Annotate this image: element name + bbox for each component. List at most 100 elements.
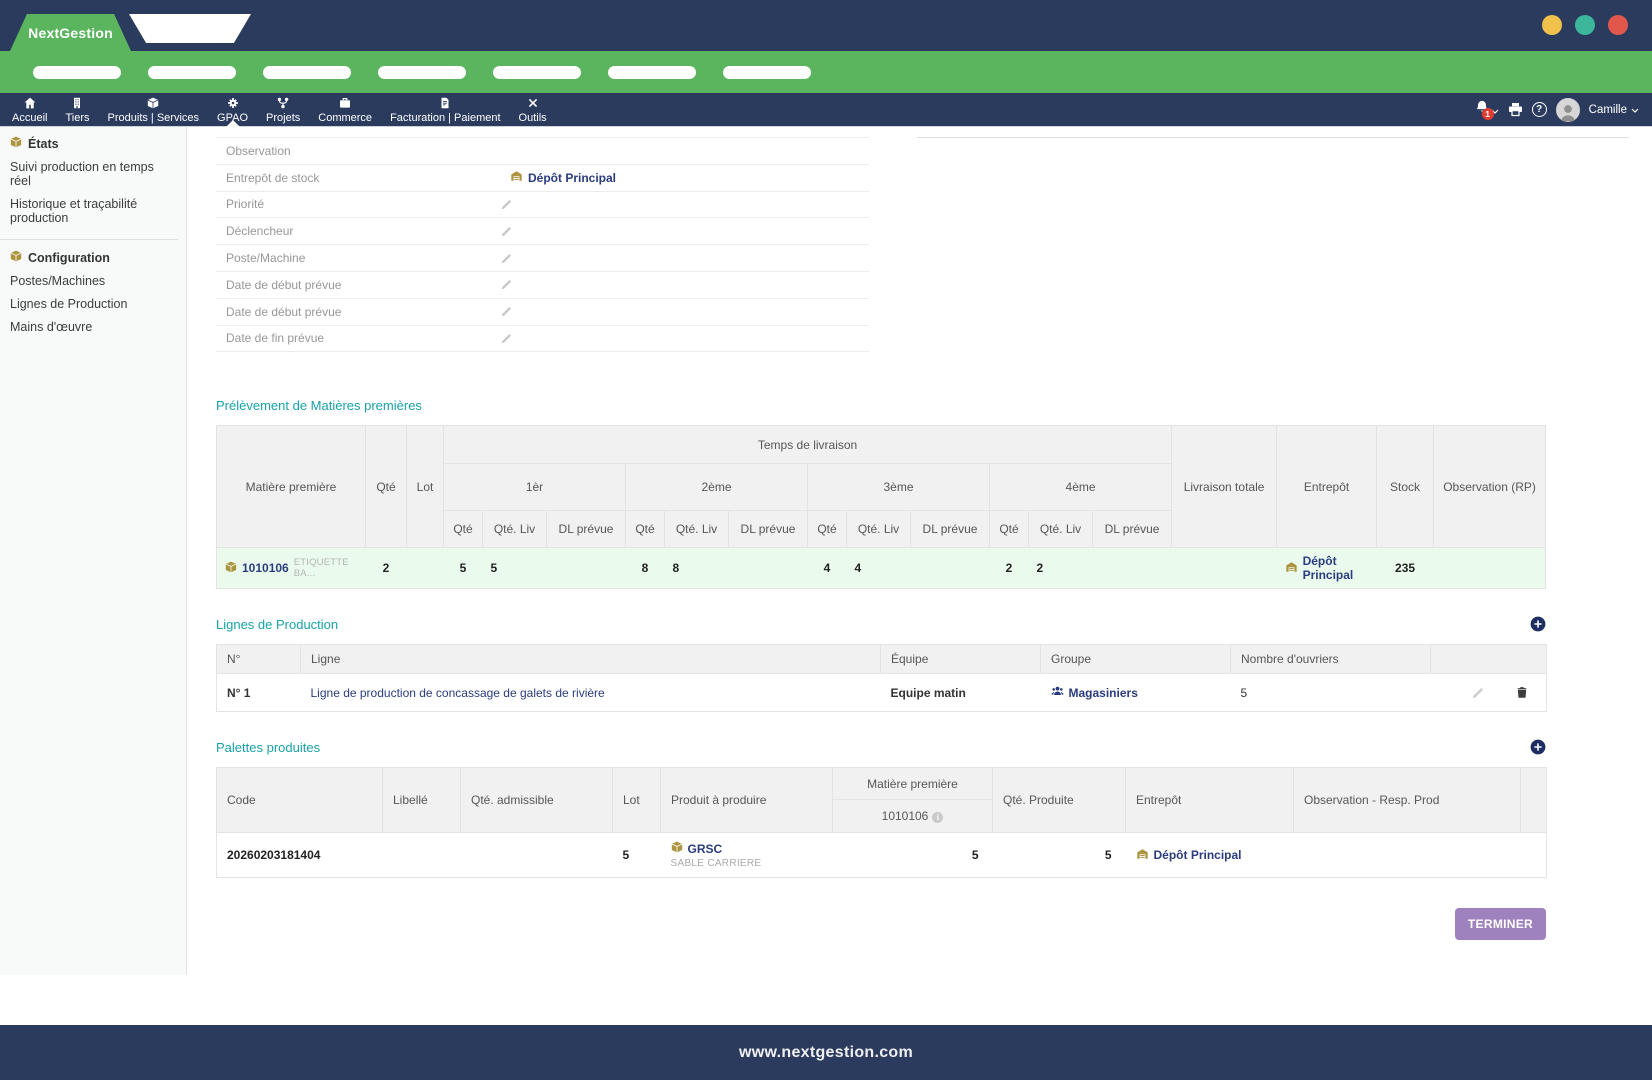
sidebar-divider [0, 239, 178, 240]
material-qte: 2 [366, 548, 407, 589]
delivery-2-qte: 8 [626, 548, 665, 589]
sidebar-item-historique-tracabilite[interactable]: Historique et traçabilité production [0, 193, 186, 230]
materials-section-header: Prélèvement de Matières premières [216, 398, 1546, 413]
delivery-4-qte-liv: 2 [1029, 548, 1093, 589]
col-header-entrepot: Entrepôt [1126, 768, 1294, 833]
subcol-dl-prevue: DL prévue [1093, 511, 1172, 548]
material-code-link[interactable]: 1010106 [242, 561, 289, 575]
edit-pencil-icon[interactable] [501, 253, 512, 264]
palette-observation [1294, 833, 1521, 878]
avatar[interactable] [1556, 98, 1580, 122]
user-name-label: Camille [1589, 104, 1627, 116]
subcol-qte: Qté [626, 511, 665, 548]
delivery-4-dl-prevue [1093, 548, 1172, 589]
window-close-dot[interactable] [1608, 15, 1628, 35]
detail-row-entrepot-stock: Entrepôt de stock Dépôt Principal [216, 165, 869, 192]
field-label: Observation [216, 144, 491, 158]
detail-row-date-debut-prevue-2: Date de début prévue [216, 299, 869, 326]
field-label: Entrepôt de stock [216, 171, 491, 185]
window-controls [1542, 15, 1628, 35]
menu-pill[interactable] [263, 66, 351, 79]
edit-pencil-icon[interactable] [501, 279, 512, 290]
edit-pencil-icon[interactable] [501, 306, 512, 317]
trash-icon[interactable] [1516, 686, 1528, 699]
col-group-3eme: 3ème [808, 464, 990, 511]
main-content: Observation Entrepôt de stock Dépôt Prin… [187, 127, 1652, 1025]
add-palette-button[interactable] [1530, 739, 1546, 755]
help-icon[interactable] [1532, 102, 1547, 117]
sidebar-item-lignes-production[interactable]: Lignes de Production [0, 293, 186, 316]
menu-pill[interactable] [148, 66, 236, 79]
window-tab-blank[interactable] [129, 14, 251, 43]
delivery-3-qte-liv: 4 [847, 548, 911, 589]
subcol-matiere-code: 1010106 [833, 800, 993, 833]
palettes-section-header: Palettes produites [216, 739, 1546, 755]
building-icon [71, 97, 83, 109]
nav-item-tiers[interactable]: Tiers [56, 93, 98, 126]
delivery-2-dl-prevue [729, 548, 808, 589]
palette-code: 20260203181404 [217, 833, 383, 878]
lines-table-row: N° 1 Ligne de production de concassage d… [217, 674, 1547, 712]
cube-gold-icon [10, 250, 22, 265]
edit-pencil-icon[interactable] [501, 333, 512, 344]
palette-produit-link[interactable]: GRSC [671, 841, 833, 856]
main-navbar: Accueil Tiers Produits | Services GPAO P… [0, 93, 1652, 127]
brand-logo-tab[interactable]: NextGestion [10, 14, 131, 51]
menu-pill[interactable] [608, 66, 696, 79]
sidebar-item-postes-machines[interactable]: Postes/Machines [0, 270, 186, 293]
detail-row-declencheur: Déclencheur [216, 218, 869, 245]
nav-item-accueil[interactable]: Accueil [3, 93, 56, 126]
entrepot-stock-link[interactable]: Dépôt Principal [510, 170, 616, 185]
menu-pill[interactable] [493, 66, 581, 79]
edit-pencil-icon[interactable] [501, 199, 512, 210]
notifications-button[interactable]: 1 [1475, 100, 1499, 119]
line-groupe-link[interactable]: Magasiniers [1051, 685, 1221, 700]
menu-pill[interactable] [378, 66, 466, 79]
col-group-temps-livraison: Temps de livraison [444, 426, 1172, 464]
menu-pill[interactable] [723, 66, 811, 79]
window-minimize-dot[interactable] [1542, 15, 1562, 35]
subcol-qte: Qté [990, 511, 1029, 548]
cube-gold-icon [671, 841, 683, 856]
top-window-bar: NextGestion [0, 0, 1652, 51]
material-lot [407, 548, 444, 589]
sidebar-item-suivi-production[interactable]: Suivi production en temps réel [0, 156, 186, 193]
edit-pencil-icon[interactable] [1472, 687, 1484, 699]
nav-item-commerce[interactable]: Commerce [309, 93, 381, 126]
line-name-link[interactable]: Ligne de production de concassage de gal… [301, 674, 881, 712]
nav-item-produits-services[interactable]: Produits | Services [99, 93, 209, 126]
cube-gold-icon [10, 136, 22, 151]
nav-item-facturation-paiement[interactable]: Facturation | Paiement [381, 93, 509, 126]
add-line-button[interactable] [1530, 616, 1546, 632]
nav-item-gpao[interactable]: GPAO [208, 93, 257, 126]
nav-item-label: Facturation | Paiement [390, 112, 500, 124]
subcol-qte-liv: Qté. Liv [1029, 511, 1093, 548]
nav-item-label: Tiers [65, 112, 89, 124]
window-maximize-dot[interactable] [1575, 15, 1595, 35]
col-header-actions [1431, 645, 1547, 674]
sidebar-section-configuration: Configuration [0, 243, 186, 270]
field-label: Date de fin prévue [216, 331, 491, 345]
field-label: Date de début prévue [216, 278, 491, 292]
material-entrepot-link[interactable]: Dépôt Principal [1277, 554, 1377, 582]
terminer-button[interactable]: TERMINER [1455, 908, 1546, 940]
detail-row-date-fin-prevue: Date de fin prévue [216, 326, 869, 353]
palette-entrepot-link[interactable]: Dépôt Principal [1126, 848, 1294, 863]
detail-row-observation: Observation [216, 138, 869, 165]
user-menu[interactable]: Camille [1589, 104, 1639, 116]
line-equipe: Equipe matin [881, 674, 1041, 712]
produit-name-label: SABLE CARRIERE [671, 858, 833, 869]
col-group-4eme: 4ème [990, 464, 1172, 511]
sidebar-item-mains-oeuvre[interactable]: Mains d'œuvre [0, 316, 186, 339]
menu-pill[interactable] [33, 66, 121, 79]
nav-item-label: Outils [519, 112, 547, 124]
palette-libelle [383, 833, 461, 878]
edit-pencil-icon[interactable] [501, 226, 512, 237]
col-header-num: N° [217, 645, 301, 674]
nav-item-projets[interactable]: Projets [257, 93, 309, 126]
field-label: Poste/Machine [216, 251, 491, 265]
print-button[interactable] [1508, 102, 1523, 117]
nav-item-outils[interactable]: Outils [510, 93, 556, 126]
info-icon[interactable] [932, 812, 943, 823]
col-header-equipe: Équipe [881, 645, 1041, 674]
